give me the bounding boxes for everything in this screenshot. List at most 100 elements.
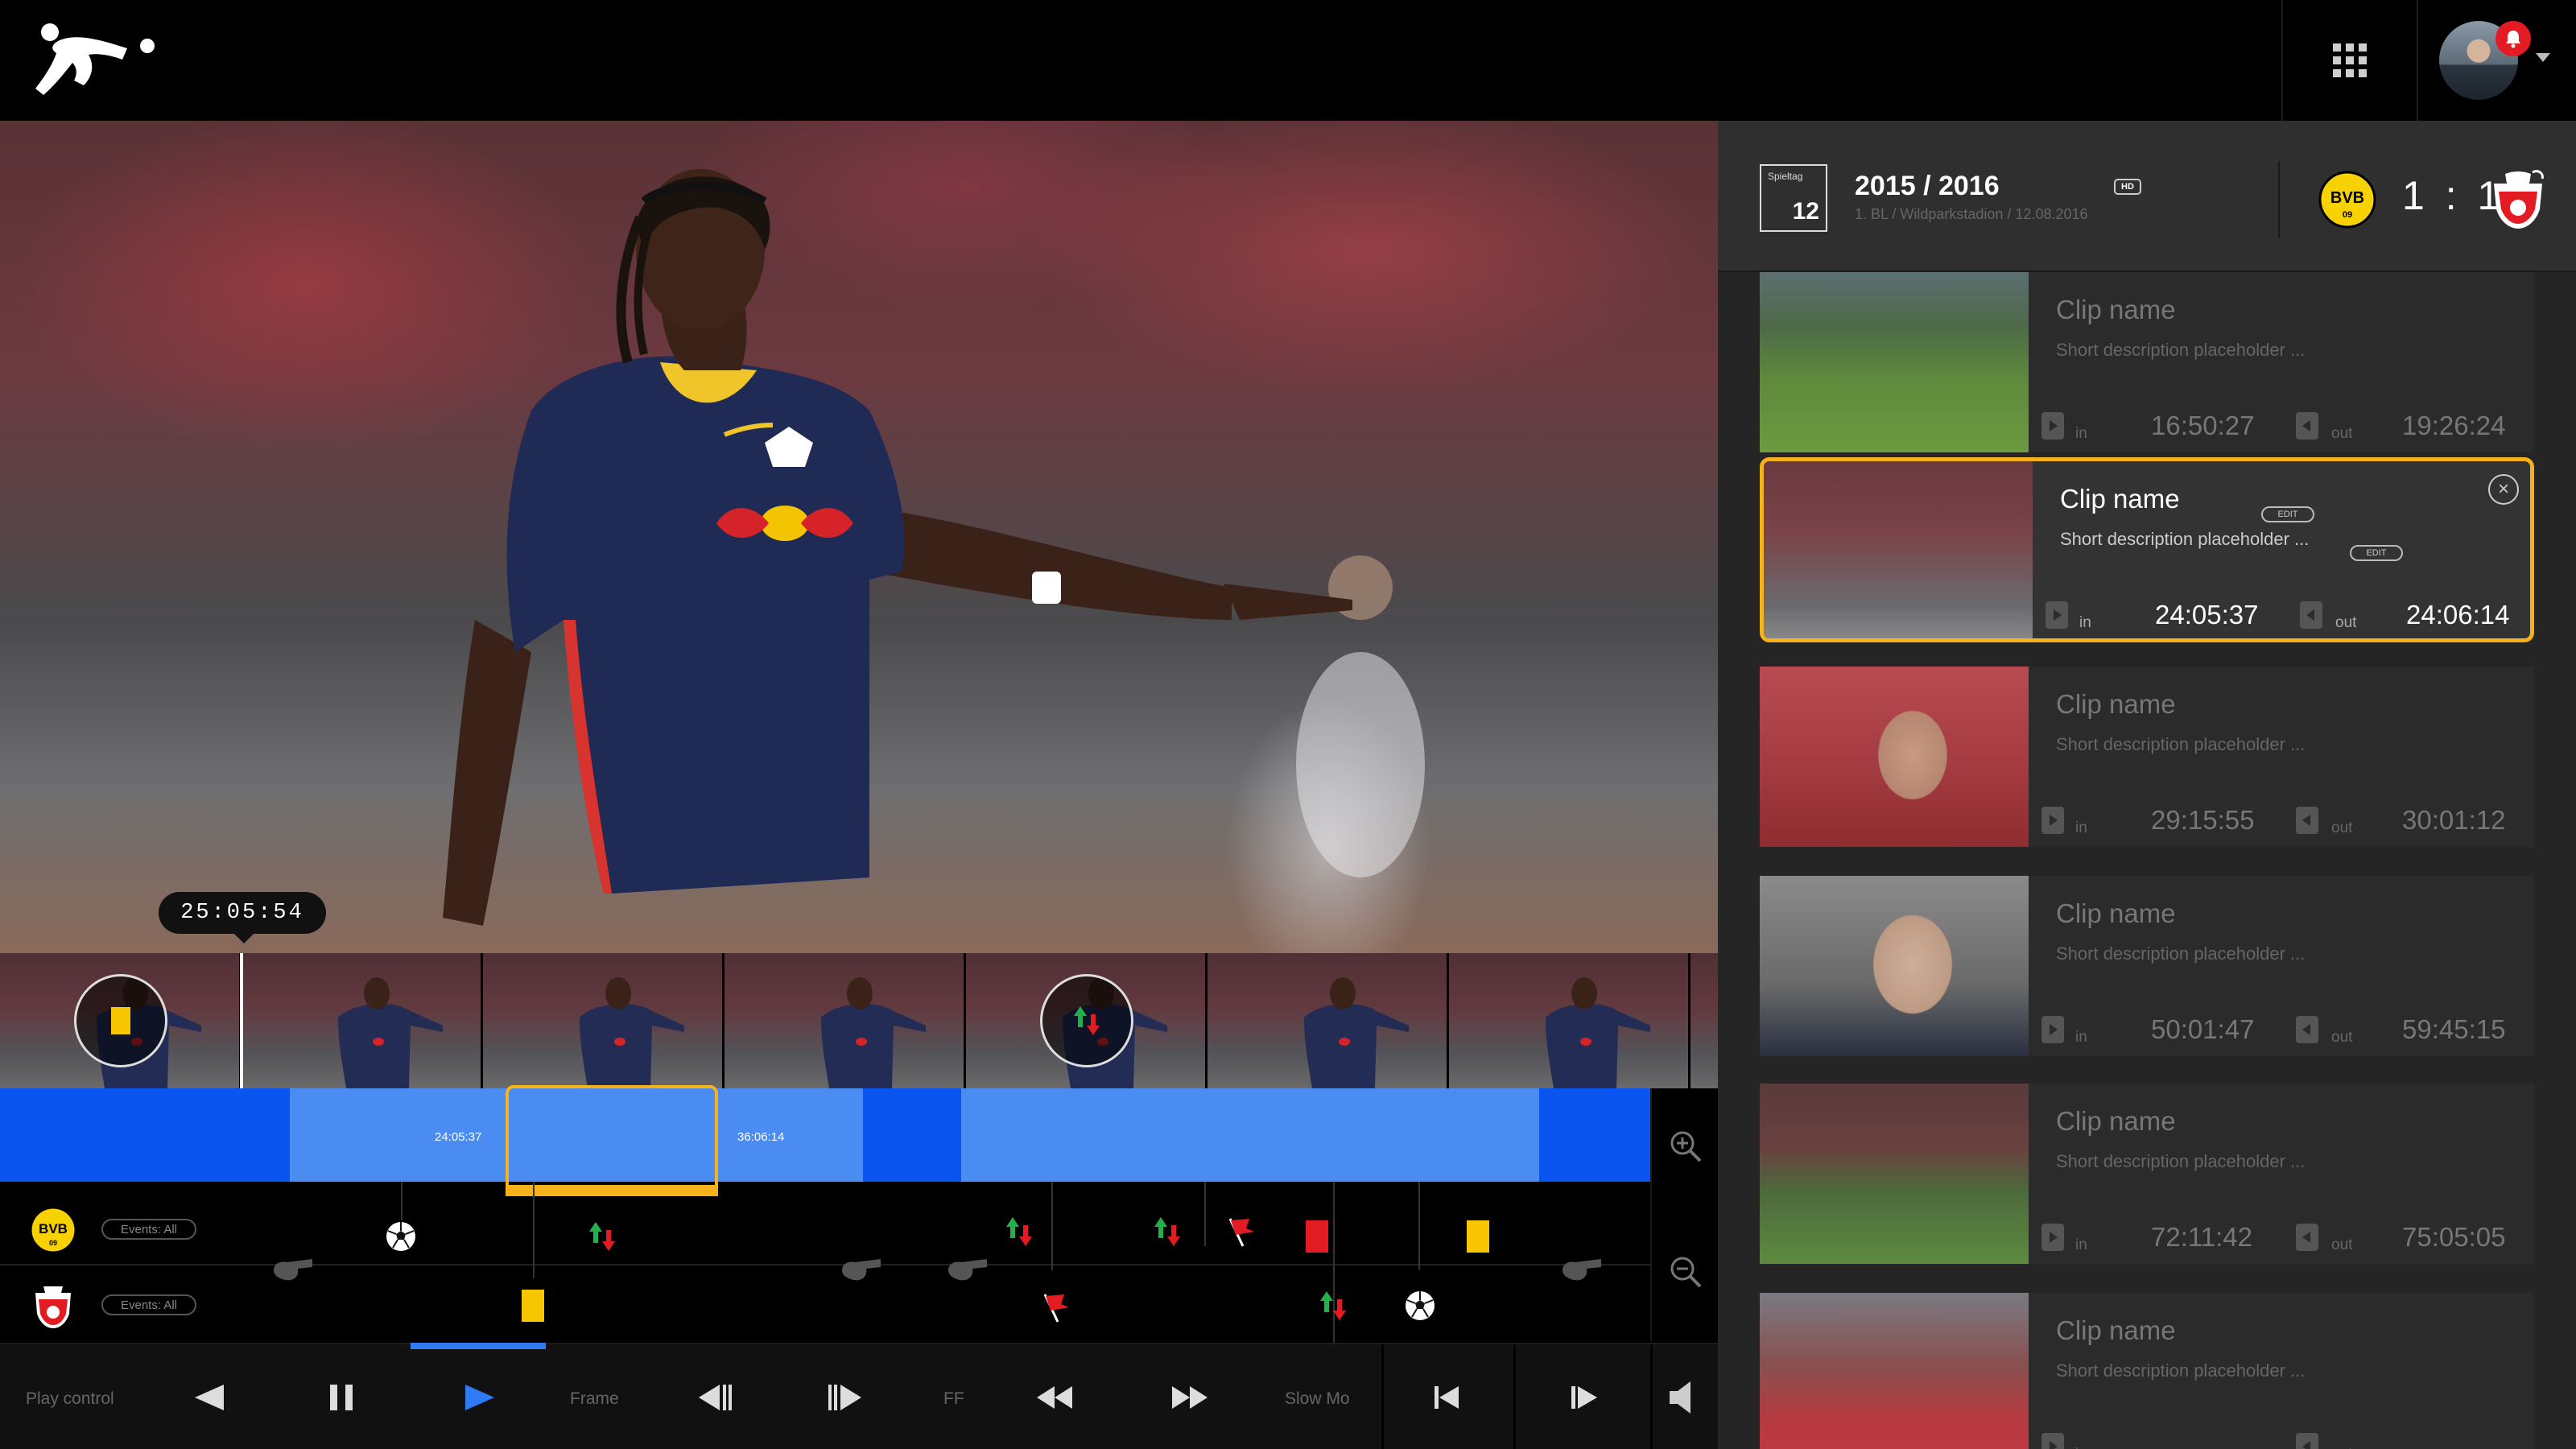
substitution-icon[interactable] xyxy=(1001,1214,1037,1249)
filmstrip-frame[interactable] xyxy=(483,953,724,1088)
playhead-timecode: 25:05:54 xyxy=(159,892,326,943)
frame-back-icon[interactable] xyxy=(692,1377,734,1418)
matchday-box: Spieltag 12 xyxy=(1760,164,1827,232)
filmstrip-event-marker[interactable] xyxy=(1040,974,1133,1067)
bvb-crest-icon: BVB 09 xyxy=(2318,171,2376,229)
frame-thumbnail xyxy=(1546,977,1650,1088)
out-point-icon[interactable] xyxy=(2296,412,2318,440)
playhead[interactable] xyxy=(240,953,243,1092)
clip-name: Clip name xyxy=(2056,1106,2176,1136)
close-icon[interactable]: × xyxy=(2488,474,2519,505)
in-timecode: 16:50:27 xyxy=(2151,411,2255,440)
filmstrip-event-marker[interactable] xyxy=(74,974,167,1067)
goal-ball-icon[interactable] xyxy=(383,1219,419,1254)
slowmo-back-icon[interactable] xyxy=(1428,1377,1470,1418)
bundesliga-logo-icon[interactable] xyxy=(32,21,137,98)
clip-card[interactable]: Clip name Short description placeholder .… xyxy=(1760,457,2534,642)
offside-flag-icon[interactable] xyxy=(1224,1214,1259,1249)
match-subtitle: 1. BL / Wildparkstadion / 12.08.2016 xyxy=(1855,206,2088,222)
whistle-icon[interactable] xyxy=(839,1253,884,1288)
slowmo-forward-icon[interactable] xyxy=(1562,1377,1604,1418)
filmstrip-frame[interactable] xyxy=(1690,953,1718,1088)
away-events-filter[interactable]: Events: All xyxy=(101,1294,196,1315)
edit-name-button[interactable]: EDIT xyxy=(2261,506,2314,522)
in-label: in xyxy=(2075,819,2087,836)
yellow-card-icon[interactable] xyxy=(1467,1220,1489,1253)
clip-card[interactable]: Clip name Short description placeholder .… xyxy=(1760,876,2534,1056)
frame-thumbnail xyxy=(338,977,443,1088)
filmstrip-frame[interactable] xyxy=(1208,953,1449,1088)
topbar-divider xyxy=(2417,0,2418,121)
out-point-icon[interactable] xyxy=(2296,807,2318,834)
matchday-number: 12 xyxy=(1792,198,1819,225)
ff-label: FF xyxy=(943,1389,964,1408)
out-label: out xyxy=(2331,819,2353,836)
filmstrip-frame[interactable] xyxy=(724,953,966,1088)
whistle-icon[interactable] xyxy=(270,1253,316,1288)
apps-button[interactable] xyxy=(2283,0,2417,121)
player-figure xyxy=(443,169,1425,926)
offside-flag-icon[interactable] xyxy=(1038,1290,1074,1325)
rewind-icon[interactable] xyxy=(1034,1377,1075,1418)
zoom-controls xyxy=(1650,1088,1718,1341)
frame-thumbnail xyxy=(580,977,684,1088)
koln-crest-icon[interactable] xyxy=(29,1282,77,1330)
red-card-icon[interactable] xyxy=(1306,1220,1328,1253)
pause-icon[interactable] xyxy=(320,1377,362,1418)
trim-range-segment[interactable] xyxy=(961,1088,1539,1182)
filmstrip-frame[interactable] xyxy=(242,953,483,1088)
substitution-icon[interactable] xyxy=(1150,1214,1185,1249)
substitution-icon[interactable] xyxy=(584,1219,620,1254)
bvb-crest-icon[interactable]: BVB 09 xyxy=(29,1206,77,1254)
filmstrip[interactable] xyxy=(0,953,1718,1088)
out-point-icon[interactable] xyxy=(2296,1433,2318,1449)
goal-ball-icon[interactable] xyxy=(1402,1288,1438,1323)
zoom-out-icon[interactable] xyxy=(1668,1254,1703,1290)
play-reverse-icon[interactable] xyxy=(188,1377,230,1418)
trim-timeline[interactable]: 24:05:37 36:06:14 xyxy=(0,1088,1650,1182)
clip-card[interactable]: Clip name Short description placeholder .… xyxy=(1760,1084,2534,1264)
substitution-icon[interactable] xyxy=(1315,1288,1351,1323)
clip-timecodes: in 29:15:55 out 30:01:12 xyxy=(1760,795,2534,847)
svg-text:09: 09 xyxy=(49,1239,57,1247)
out-timecode: 59:45:15 xyxy=(2402,1014,2506,1044)
clip-card[interactable]: Clip name Short description placeholder .… xyxy=(1760,667,2534,847)
in-point-icon[interactable] xyxy=(2041,1433,2064,1449)
clip-card[interactable]: Clip name Short description placeholder .… xyxy=(1760,272,2534,452)
substitution-icon xyxy=(1074,1006,1100,1035)
home-events-filter[interactable]: Events: All xyxy=(101,1219,196,1240)
in-point-icon[interactable] xyxy=(2046,601,2068,629)
in-timecode: 50:01:47 xyxy=(2151,1014,2255,1044)
zoom-in-icon[interactable] xyxy=(1668,1129,1703,1164)
bell-icon[interactable] xyxy=(2496,21,2531,56)
fast-forward-icon[interactable] xyxy=(1169,1377,1211,1418)
in-point-icon[interactable] xyxy=(2041,1016,2064,1043)
edit-description-button[interactable]: EDIT xyxy=(2350,545,2403,561)
play-icon[interactable] xyxy=(459,1377,501,1418)
clip-timecodes: in 50:01:47 out 59:45:15 xyxy=(1760,1005,2534,1056)
apps-grid-icon xyxy=(2333,43,2367,77)
home-events-row: BVB 09 Events: All xyxy=(0,1196,1650,1265)
in-point-icon[interactable] xyxy=(2041,412,2064,440)
svg-text:BVB: BVB xyxy=(2330,189,2364,207)
filmstrip-frame[interactable] xyxy=(1449,953,1690,1088)
whistle-icon[interactable] xyxy=(1554,1253,1610,1288)
in-point-icon[interactable] xyxy=(2041,1224,2064,1251)
video-player[interactable] xyxy=(0,121,1718,953)
event-tick xyxy=(401,1182,402,1220)
logo-dot-icon xyxy=(140,39,155,53)
volume-icon[interactable] xyxy=(1663,1377,1705,1418)
out-point-icon[interactable] xyxy=(2296,1016,2318,1043)
frame-forward-icon[interactable] xyxy=(826,1377,868,1418)
svg-text:09: 09 xyxy=(2343,210,2352,220)
chevron-down-icon[interactable] xyxy=(2536,53,2550,62)
yellow-card-icon[interactable] xyxy=(522,1290,544,1322)
clip-card[interactable]: Clip name Short description placeholder .… xyxy=(1760,1293,2534,1449)
out-point-icon[interactable] xyxy=(2296,1224,2318,1251)
header-divider xyxy=(2278,161,2280,238)
out-point-icon[interactable] xyxy=(2300,601,2322,629)
controls-divider xyxy=(1650,1344,1653,1449)
trim-out-label: 36:06:14 xyxy=(737,1130,785,1144)
whistle-icon[interactable] xyxy=(945,1253,990,1288)
in-point-icon[interactable] xyxy=(2041,807,2064,834)
